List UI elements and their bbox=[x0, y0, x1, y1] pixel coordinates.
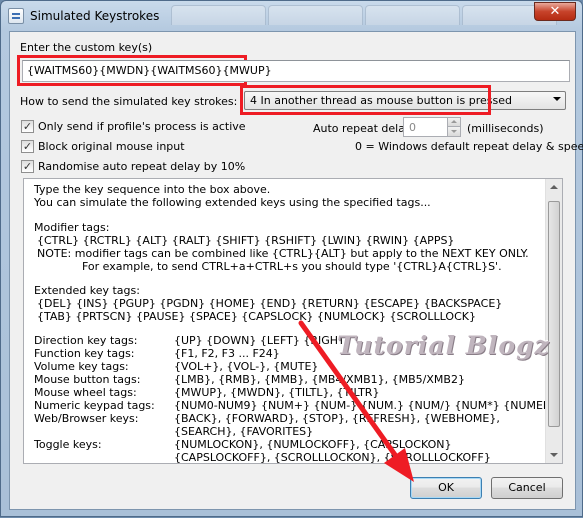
arrow-head-icon bbox=[384, 448, 414, 482]
dialog-window: Simulated Keystrokes ✕ Enter the custom … bbox=[0, 0, 583, 517]
annotation-arrow bbox=[298, 320, 414, 482]
arrow-shaft bbox=[298, 320, 401, 462]
